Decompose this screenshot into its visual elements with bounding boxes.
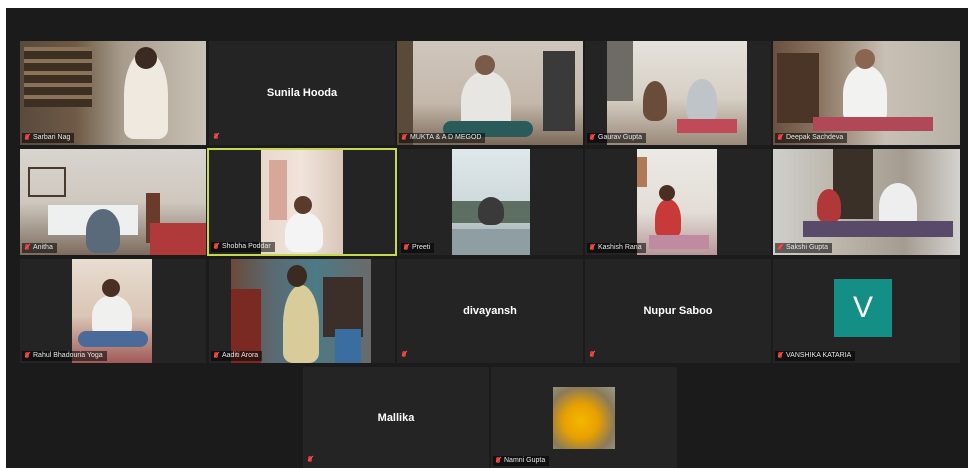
participant-tile[interactable]: Kashish Rana bbox=[585, 149, 771, 255]
participant-tile[interactable]: Deepak Sachdeva bbox=[773, 41, 960, 145]
participant-name: Sakshi Gupta bbox=[786, 244, 829, 251]
participant-name: Namni Gupta bbox=[504, 457, 546, 464]
participant-video bbox=[72, 259, 152, 363]
participant-video bbox=[607, 41, 747, 145]
participant-name: Nupur Saboo bbox=[643, 305, 713, 317]
participant-tile[interactable]: Aaditi Arora bbox=[209, 259, 395, 363]
participant-video bbox=[397, 41, 583, 145]
participant-name-label: Rahul Bhadouria Yoga bbox=[22, 351, 107, 361]
participant-tile[interactable]: divayansh bbox=[397, 259, 583, 363]
mic-muted-icon bbox=[401, 134, 407, 142]
participant-video bbox=[20, 149, 206, 255]
participant-video bbox=[20, 41, 206, 145]
mic-muted-icon bbox=[307, 456, 313, 464]
participant-name-label: Sakshi Gupta bbox=[775, 243, 833, 253]
participant-name: Rahul Bhadouria Yoga bbox=[33, 352, 103, 359]
participant-tile[interactable]: Anitha bbox=[20, 149, 206, 255]
participant-name-label: Anitha bbox=[22, 243, 57, 253]
mic-muted-icon bbox=[213, 352, 219, 360]
participant-video bbox=[637, 149, 717, 255]
participant-tile[interactable]: Sunila Hooda bbox=[209, 41, 395, 145]
participant-name: Anitha bbox=[33, 244, 53, 251]
participant-name: Sunila Hooda bbox=[266, 87, 338, 99]
video-gallery: Sarbari Nag Sunila Hooda MUKTA & A D MEG… bbox=[6, 8, 968, 468]
participant-name: Preeti bbox=[412, 244, 431, 251]
mic-muted-icon bbox=[589, 244, 595, 252]
participant-name-label: Aaditi Arora bbox=[211, 351, 263, 361]
participant-name-label: Kashish Rana bbox=[587, 243, 646, 253]
participant-video bbox=[773, 41, 960, 145]
mic-muted-icon bbox=[24, 244, 30, 252]
mic-muted-icon bbox=[589, 351, 595, 359]
participant-tile[interactable]: Mallika bbox=[303, 367, 489, 468]
mic-muted-icon bbox=[777, 352, 783, 360]
participant-name-label: Preeti bbox=[401, 243, 435, 253]
participant-tile[interactable]: Sarbari Nag bbox=[20, 41, 206, 145]
participant-tile[interactable]: Preeti bbox=[399, 149, 583, 255]
mic-muted-icon bbox=[589, 134, 595, 142]
participant-name: Gaurav Gupta bbox=[598, 134, 642, 141]
participant-name: MUKTA & A D MEGOD bbox=[410, 134, 482, 141]
participant-video bbox=[452, 149, 530, 255]
mic-muted-icon bbox=[24, 134, 30, 142]
participant-name-label: Deepak Sachdeva bbox=[775, 133, 848, 143]
participant-name: Mallika bbox=[377, 411, 415, 424]
participant-tile[interactable]: Sakshi Gupta bbox=[773, 149, 960, 255]
participant-name: Kashish Rana bbox=[598, 244, 642, 251]
mic-muted-icon bbox=[495, 457, 501, 465]
participant-tile[interactable]: Namni Gupta bbox=[491, 367, 677, 468]
participant-name-label: Sarbari Nag bbox=[22, 133, 75, 143]
mic-muted-icon bbox=[24, 352, 30, 360]
participant-name: Deepak Sachdeva bbox=[786, 134, 844, 141]
participant-video bbox=[773, 149, 960, 255]
mic-muted-icon bbox=[401, 351, 407, 359]
participant-video bbox=[261, 150, 343, 254]
participant-tile-active-speaker[interactable]: Shobha Poddar bbox=[207, 148, 397, 256]
participant-name: VANSHIKA KATARIA bbox=[786, 352, 852, 359]
participant-name-label: VANSHIKA KATARIA bbox=[775, 351, 856, 361]
mic-muted-icon bbox=[777, 244, 783, 252]
participant-tile[interactable]: Gaurav Gupta bbox=[585, 41, 771, 145]
participant-tile[interactable]: Rahul Bhadouria Yoga bbox=[20, 259, 206, 363]
participant-tile[interactable]: Nupur Saboo bbox=[585, 259, 771, 363]
participant-tile[interactable]: V VANSHIKA KATARIA bbox=[773, 259, 960, 363]
mic-muted-icon bbox=[213, 243, 219, 251]
participant-name: Aaditi Arora bbox=[222, 352, 259, 359]
mic-muted-icon bbox=[213, 133, 219, 141]
participant-name-label: Gaurav Gupta bbox=[587, 133, 646, 143]
participant-name: divayansh bbox=[463, 305, 517, 317]
participant-name: Shobha Poddar bbox=[222, 243, 271, 250]
participant-profile-photo bbox=[553, 387, 615, 449]
participant-video bbox=[231, 259, 371, 363]
participant-avatar: V bbox=[834, 279, 892, 337]
participant-name-label: Namni Gupta bbox=[493, 456, 550, 466]
participant-name: Sarbari Nag bbox=[33, 134, 71, 141]
participant-tile[interactable]: MUKTA & A D MEGOD bbox=[397, 41, 583, 145]
participant-name-label: MUKTA & A D MEGOD bbox=[399, 133, 486, 143]
participant-name-label: Shobha Poddar bbox=[211, 242, 275, 252]
mic-muted-icon bbox=[403, 244, 409, 252]
mic-muted-icon bbox=[777, 134, 783, 142]
